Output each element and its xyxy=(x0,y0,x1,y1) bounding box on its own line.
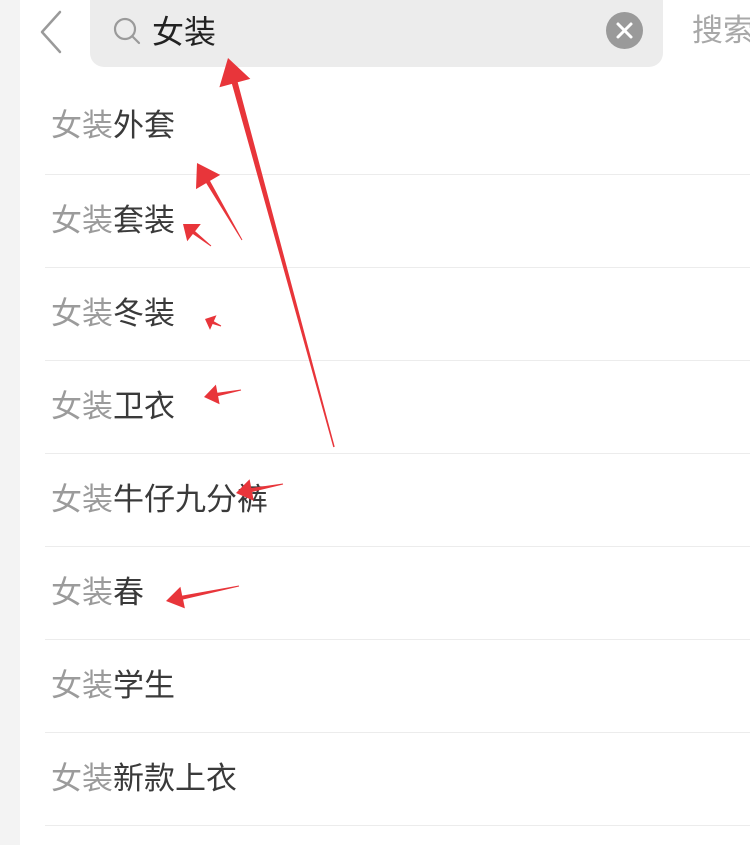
suggestion-completion: 套装 xyxy=(113,203,175,239)
suggestion-keyword: 女装 xyxy=(51,761,113,797)
suggestion-completion: 春 xyxy=(113,575,144,611)
suggestion-keyword: 女装 xyxy=(51,389,113,425)
suggestion-completion: 学生 xyxy=(113,668,175,704)
suggestion-keyword: 女装 xyxy=(51,203,113,239)
search-icon xyxy=(112,16,142,46)
search-input[interactable]: 女装 xyxy=(152,11,216,53)
suggestion-keyword: 女装 xyxy=(51,482,113,518)
clear-search-button[interactable] xyxy=(606,12,643,49)
suggestion-completion: 卫衣 xyxy=(113,389,175,425)
suggestion-keyword: 女装 xyxy=(51,296,113,332)
suggestion-item[interactable]: 女装新款上衣 xyxy=(45,733,750,826)
suggestion-list: 女装外套 女装套装 女装冬装 女装卫衣 女装牛仔九分裤 女装春 女装学生 女装新… xyxy=(45,80,750,826)
back-button[interactable] xyxy=(34,6,70,58)
chevron-left-icon xyxy=(40,10,62,54)
suggestion-completion: 冬装 xyxy=(113,296,175,332)
suggestion-item[interactable]: 女装学生 xyxy=(45,640,750,733)
suggestion-item[interactable]: 女装春 xyxy=(45,547,750,640)
suggestion-keyword: 女装 xyxy=(51,668,113,704)
suggestion-keyword: 女装 xyxy=(51,108,113,144)
left-edge-strip xyxy=(0,0,20,845)
suggestion-item[interactable]: 女装牛仔九分裤 xyxy=(45,454,750,547)
clear-icon xyxy=(616,22,633,39)
suggestion-item[interactable]: 女装冬装 xyxy=(45,268,750,361)
suggestion-completion: 外套 xyxy=(113,108,175,144)
suggestion-completion: 牛仔九分裤 xyxy=(113,482,268,518)
suggestion-item[interactable]: 女装套装 xyxy=(45,175,750,268)
search-button[interactable]: 搜索 xyxy=(692,10,750,52)
suggestion-item[interactable]: 女装卫衣 xyxy=(45,361,750,454)
suggestion-completion: 新款上衣 xyxy=(113,761,237,797)
suggestion-keyword: 女装 xyxy=(51,575,113,611)
suggestion-item[interactable]: 女装外套 xyxy=(45,80,750,175)
